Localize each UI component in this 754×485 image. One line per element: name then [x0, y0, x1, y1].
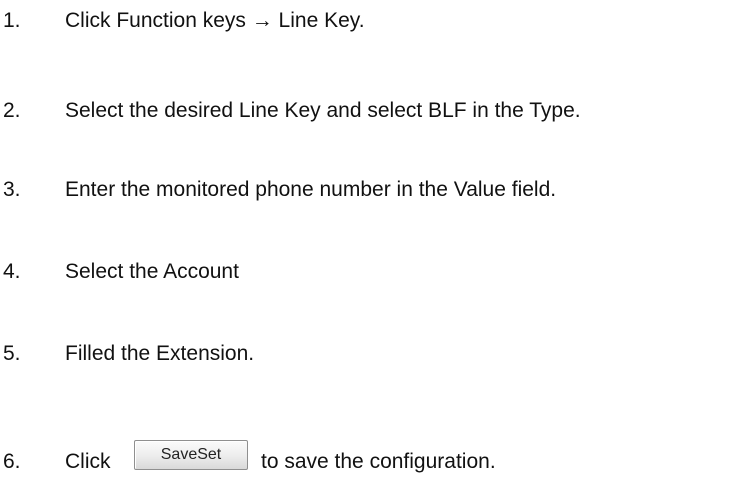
step-4: 4. Select the Account — [0, 256, 754, 288]
step-text: Enter the monitored phone number in the … — [65, 178, 557, 201]
step-5: 5. Filled the Extension. — [0, 338, 754, 370]
step-number: 6. — [3, 450, 21, 473]
step-number: 1. — [3, 9, 21, 32]
step-6: 6. Click SaveSet to save the configurati… — [0, 440, 754, 478]
saveset-button[interactable]: SaveSet — [134, 440, 248, 470]
step-text: Filled the Extension. — [65, 342, 255, 365]
step-text: Select the desired Line Key and select B… — [65, 99, 581, 122]
step-number: 5. — [3, 342, 21, 365]
step-3: 3. Enter the monitored phone number in t… — [0, 174, 754, 206]
step-1: 1. Click Function keys → Line Key. — [0, 5, 754, 37]
step-text: Click Function keys → Line Key. — [65, 9, 365, 32]
step-text-suffix: to save the configuration. — [261, 450, 496, 473]
step-number: 2. — [3, 99, 21, 122]
step-text-prefix: Click — [65, 450, 111, 473]
step-number: 4. — [3, 260, 21, 283]
step-2: 2. Select the desired Line Key and selec… — [0, 95, 754, 127]
step-text: Select the Account — [65, 260, 239, 283]
step-number: 3. — [3, 178, 21, 201]
